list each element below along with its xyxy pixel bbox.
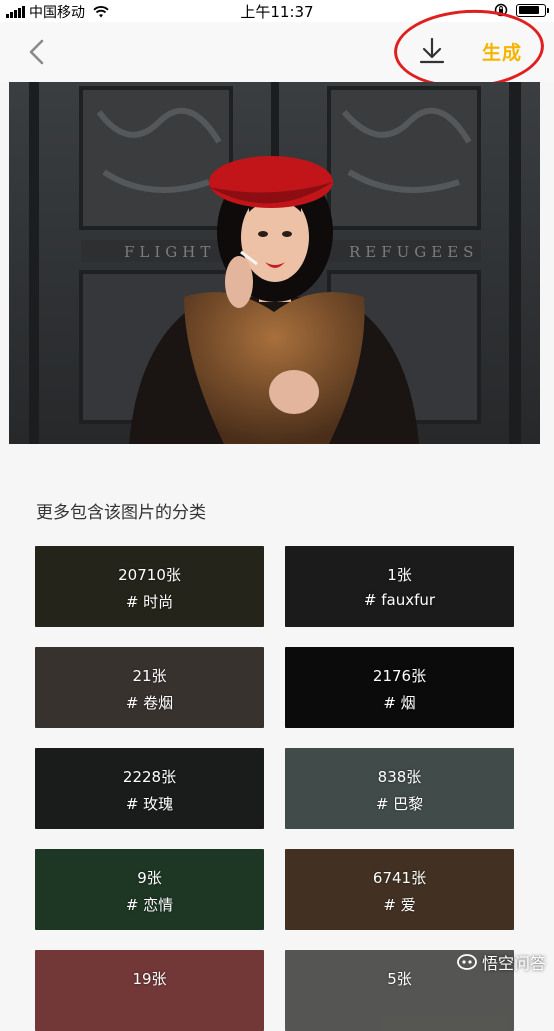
section-title: 更多包含该图片的分类 bbox=[36, 503, 206, 523]
watermark-text: 悟空问答 bbox=[481, 954, 546, 973]
battery-fill bbox=[518, 6, 539, 14]
back-button[interactable] bbox=[22, 36, 52, 68]
svg-text:REFUGEES: REFUGEES bbox=[349, 243, 478, 261]
category-tile[interactable]: 1张 # fauxfur bbox=[285, 546, 514, 627]
category-tile[interactable]: 838张 # 巴黎 bbox=[285, 748, 514, 829]
download-icon bbox=[419, 37, 445, 64]
tile-tag: # 时尚 bbox=[125, 593, 174, 611]
tile-tag: # 烟 bbox=[383, 694, 416, 712]
wukong-logo-icon bbox=[457, 954, 477, 970]
tile-shade bbox=[35, 748, 264, 829]
tile-shade bbox=[35, 849, 264, 930]
nav-bar: 生成 bbox=[0, 22, 554, 82]
category-tile[interactable]: 2228张 # 玫瑰 bbox=[35, 748, 264, 829]
status-time: 上午11:37 bbox=[240, 3, 314, 21]
download-button[interactable] bbox=[415, 34, 449, 68]
generate-button[interactable]: 生成 bbox=[482, 38, 522, 65]
tile-count: 19张 bbox=[132, 970, 167, 988]
tile-tag: # 卷烟 bbox=[125, 694, 174, 712]
rotation-lock-icon bbox=[494, 3, 508, 17]
tile-count: 1张 bbox=[387, 566, 412, 584]
tile-count: 21张 bbox=[132, 667, 167, 685]
tile-tag: # 玫瑰 bbox=[125, 795, 174, 813]
watermark: 悟空问答 bbox=[456, 950, 546, 974]
tile-shade bbox=[285, 748, 514, 829]
tile-count: 2228张 bbox=[122, 768, 177, 786]
tile-shade bbox=[35, 546, 264, 627]
tile-tag: # fauxfur bbox=[363, 591, 436, 609]
svg-text:FLIGHT: FLIGHT bbox=[124, 243, 215, 261]
chevron-left-icon bbox=[29, 39, 44, 65]
category-tile[interactable]: 21张 # 卷烟 bbox=[35, 647, 264, 728]
tile-tag: # 爱 bbox=[383, 896, 416, 914]
tile-count: 6741张 bbox=[372, 869, 427, 887]
tile-count: 9张 bbox=[137, 869, 162, 887]
tile-tag: # 恋情 bbox=[125, 896, 174, 914]
hero-photo[interactable]: FLIGHT REFUGEES bbox=[9, 82, 540, 444]
tile-count: 2176张 bbox=[372, 667, 427, 685]
category-tile[interactable]: 2176张 # 烟 bbox=[285, 647, 514, 728]
battery-icon bbox=[516, 3, 549, 17]
category-tile[interactable]: 9张 # 恋情 bbox=[35, 849, 264, 930]
tile-count: 20710张 bbox=[118, 566, 181, 584]
tile-count: 838张 bbox=[377, 768, 422, 786]
status-bar: 中国移动 上午11:37 bbox=[0, 0, 554, 22]
status-right bbox=[494, 3, 549, 17]
tile-tag: # 巴黎 bbox=[375, 795, 424, 813]
portrait-image: FLIGHT REFUGEES bbox=[9, 82, 540, 444]
category-tile[interactable]: 19张 bbox=[35, 950, 264, 1031]
category-tile[interactable]: 20710张 # 时尚 bbox=[35, 546, 264, 627]
tile-shade bbox=[285, 849, 514, 930]
tile-shade bbox=[35, 950, 264, 1031]
tile-shade bbox=[35, 647, 264, 728]
category-tile[interactable]: 6741张 # 爱 bbox=[285, 849, 514, 930]
tile-shade bbox=[285, 546, 514, 627]
tile-shade bbox=[285, 647, 514, 728]
